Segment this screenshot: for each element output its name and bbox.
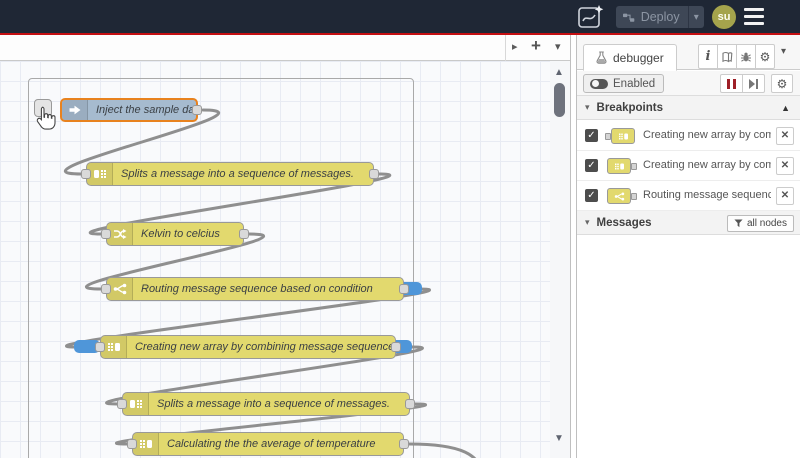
add-flow-button[interactable]: +	[531, 36, 541, 56]
node-calculate-average[interactable]: Calculating the the average of temperatu…	[127, 432, 409, 456]
debugger-playback-buttons	[720, 74, 765, 93]
breakpoint-label: Routing message sequence based on condit…	[643, 189, 771, 201]
node-join[interactable]: Creating new array by combining message …	[95, 335, 401, 359]
info-tab-icon[interactable]: i	[698, 44, 718, 69]
message-filter-button[interactable]: all nodes	[726, 215, 794, 232]
header-bar: Deploy ▾ su	[0, 0, 800, 33]
flask-icon	[596, 51, 607, 64]
sidebar-tabs-chevron-icon[interactable]: ▾	[781, 46, 786, 57]
tab-scroll-right-icon[interactable]: ▸	[512, 40, 518, 53]
input-port[interactable]	[127, 439, 137, 449]
flow-list-chevron-icon[interactable]: ▾	[555, 40, 561, 53]
deploy-button[interactable]: Deploy ▾	[616, 6, 704, 28]
user-avatar[interactable]: su	[712, 5, 736, 29]
scroll-top-icon[interactable]: ▲	[781, 103, 790, 113]
output-port[interactable]	[239, 229, 249, 239]
step-button[interactable]	[742, 74, 765, 93]
enabled-label: Enabled	[613, 77, 656, 90]
help-book-icon[interactable]	[717, 44, 737, 69]
node-label: Splits a message into a sequence of mess…	[121, 168, 354, 180]
deploy-icon	[623, 13, 635, 22]
flow-canvas[interactable]: Inject the sample data Splits a message …	[0, 61, 570, 458]
wire[interactable]	[407, 442, 483, 458]
ai-flow-assistant-icon[interactable]	[577, 4, 605, 30]
breakpoint-checkbox[interactable]: ✓	[585, 159, 598, 172]
node-red-app: Deploy ▾ su ▸ + ▾ Inject the sample data…	[0, 0, 800, 458]
node-change[interactable]: Kelvin to celcius	[101, 222, 249, 246]
breakpoint-checkbox[interactable]: ✓	[585, 129, 598, 142]
collapse-chevron-icon: ▾	[585, 102, 590, 112]
debugger-settings-button[interactable]: ⚙	[771, 74, 793, 93]
sidebar: debugger i ⚙ ▾ Enabled ⚙ ▾ Breakpoints ▲…	[577, 35, 800, 458]
scroll-down-icon[interactable]: ▼	[554, 433, 564, 444]
toggle-on-icon	[590, 78, 608, 89]
sidebar-tab-buttons: i ⚙	[698, 44, 775, 69]
mini-node-switch-output-icon	[607, 188, 637, 204]
settings-gear-icon[interactable]: ⚙	[755, 44, 775, 69]
output-port[interactable]	[391, 342, 401, 352]
flow-tab-bar: ▸ + ▾	[0, 35, 570, 61]
input-port[interactable]	[101, 229, 111, 239]
scroll-up-icon[interactable]: ▲	[554, 67, 564, 78]
breakpoint-row[interactable]: ✓ Creating new array by combining messag…	[577, 121, 800, 151]
canvas-vertical-scrollbar[interactable]: ▲ ▼	[550, 61, 570, 458]
scrollbar-thumb[interactable]	[554, 83, 565, 117]
filter-funnel-icon	[734, 219, 743, 228]
deploy-options-chevron-icon[interactable]: ▾	[688, 12, 704, 23]
node-split-1[interactable]: Splits a message into a sequence of mess…	[81, 162, 379, 186]
remove-breakpoint-button[interactable]: ✕	[776, 157, 794, 175]
input-port[interactable]	[101, 284, 111, 294]
breakpoints-title: Breakpoints	[596, 101, 663, 114]
remove-breakpoint-button[interactable]: ✕	[776, 127, 794, 145]
input-port[interactable]	[95, 342, 105, 352]
mouse-hand-cursor	[36, 106, 56, 130]
mini-node-join-input-icon	[605, 128, 635, 144]
breakpoints-section-header[interactable]: ▾ Breakpoints ▲	[577, 96, 800, 120]
mini-node-join-output-icon	[607, 158, 637, 174]
node-label: Routing message sequence based on condit…	[141, 283, 373, 295]
node-label: Splits a message into a sequence of mess…	[157, 398, 390, 410]
deploy-button-label: Deploy	[640, 10, 680, 24]
debugger-enabled-toggle[interactable]: Enabled	[583, 74, 665, 93]
tab-bar-separator	[505, 35, 506, 61]
sidebar-resize-handle[interactable]	[570, 35, 577, 458]
input-port[interactable]	[117, 399, 127, 409]
breakpoint-label: Creating new array by combining message …	[643, 159, 771, 171]
tab-debugger-label: debugger	[613, 50, 664, 65]
messages-title: Messages	[596, 216, 652, 229]
node-label: Kelvin to celcius	[141, 228, 220, 240]
output-port[interactable]	[369, 169, 379, 179]
pause-icon	[727, 78, 736, 89]
output-port[interactable]	[192, 105, 202, 115]
filter-button-label: all nodes	[746, 218, 787, 229]
node-label: Calculating the the average of temperatu…	[167, 438, 376, 450]
breakpoint-checkbox[interactable]: ✓	[585, 189, 598, 202]
collapse-chevron-icon: ▾	[585, 217, 590, 227]
sidebar-tab-bar: debugger i ⚙ ▾	[577, 35, 800, 71]
output-port[interactable]	[399, 284, 409, 294]
debugger-toolbar: Enabled ⚙	[577, 71, 800, 96]
node-split-2[interactable]: Splits a message into a sequence of mess…	[117, 392, 415, 416]
output-port[interactable]	[405, 399, 415, 409]
main-menu-icon[interactable]	[744, 8, 764, 25]
pause-button[interactable]	[720, 74, 743, 93]
output-port[interactable]	[399, 439, 409, 449]
remove-breakpoint-button[interactable]: ✕	[776, 187, 794, 205]
node-switch[interactable]: Routing message sequence based on condit…	[101, 277, 409, 301]
debug-bug-icon[interactable]	[736, 44, 756, 69]
step-icon	[749, 78, 758, 89]
breakpoint-row[interactable]: ✓ Creating new array by combining messag…	[577, 151, 800, 181]
node-inject[interactable]: Inject the sample data	[60, 98, 202, 122]
breakpoint-label: Creating new array by combining message …	[643, 129, 771, 141]
inject-icon	[62, 100, 88, 120]
input-port[interactable]	[81, 169, 91, 179]
messages-section-header[interactable]: ▾ Messages all nodes	[577, 211, 800, 235]
breakpoint-row[interactable]: ✓ Routing message sequence based on cond…	[577, 181, 800, 211]
node-label: Creating new array by combining message …	[135, 341, 395, 353]
node-label: Inject the sample data	[96, 104, 196, 116]
tab-debugger[interactable]: debugger	[583, 44, 677, 71]
